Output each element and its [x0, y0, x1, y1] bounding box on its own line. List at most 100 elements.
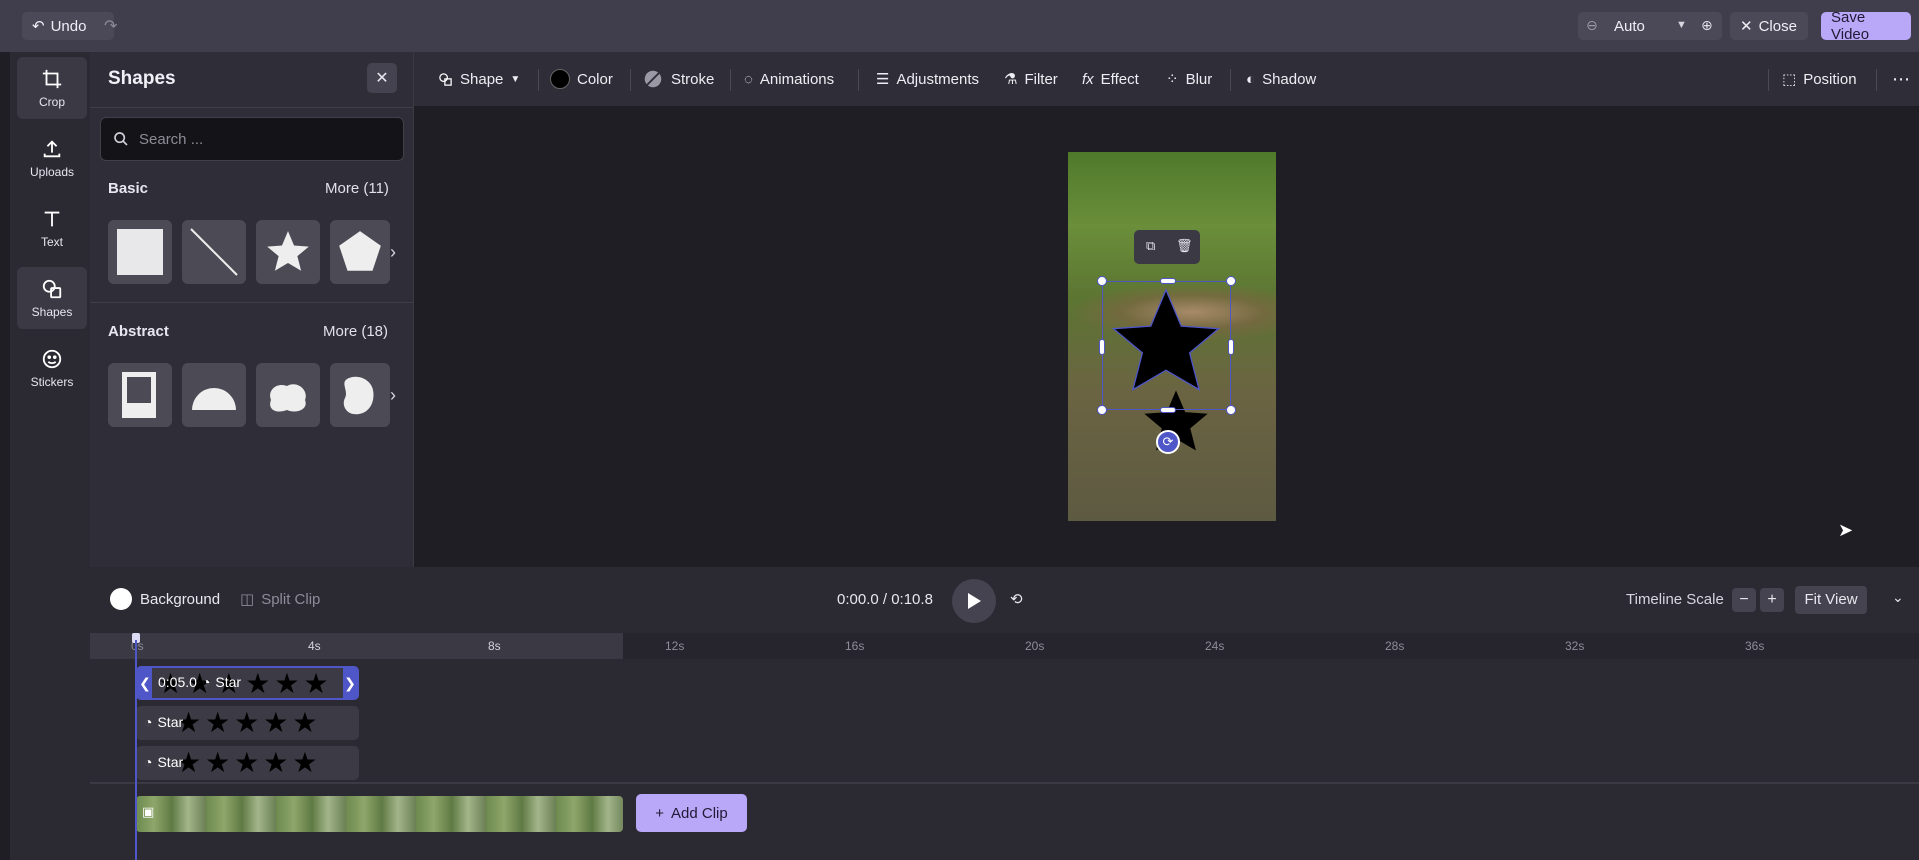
trim-left-handle[interactable]: ❮ — [138, 668, 152, 698]
duplicate-icon[interactable]: ⧉ — [1146, 238, 1155, 254]
tick-label: 32s — [1565, 639, 1585, 653]
shape-abstract-wave[interactable] — [330, 363, 390, 427]
adjustments-button[interactable]: ☰ Adjustments — [876, 52, 979, 106]
tick-label: 24s — [1205, 639, 1225, 653]
split-clip-button[interactable]: ◫ Split Clip — [240, 590, 321, 609]
blur-button[interactable]: ⁘ Blur — [1166, 52, 1212, 106]
active-range — [90, 633, 623, 659]
shape-abstract-blob[interactable] — [256, 363, 320, 427]
collapse-chevron-icon[interactable]: ⌄ — [1892, 589, 1904, 606]
resize-handle[interactable] — [1160, 278, 1176, 284]
video-clip[interactable]: ▣ — [136, 796, 623, 832]
fx-icon: fx — [1082, 70, 1094, 88]
rail-item-stickers[interactable]: Stickers — [17, 337, 87, 399]
undo-label: Undo — [50, 17, 87, 35]
rail-label: Shapes — [31, 304, 73, 319]
shape-line[interactable] — [182, 220, 246, 284]
color-label: Color — [577, 70, 613, 88]
zoom-out-icon[interactable]: ⊖ — [1586, 17, 1598, 34]
shape-square[interactable] — [108, 220, 172, 284]
selected-star-element[interactable] — [1097, 276, 1236, 415]
filter-label: Filter — [1024, 70, 1058, 88]
rail-item-text[interactable]: Text — [17, 197, 87, 259]
scale-increase-button[interactable]: + — [1760, 588, 1784, 612]
rail-item-uploads[interactable]: Uploads — [17, 127, 87, 189]
rail-label: Stickers — [30, 374, 74, 389]
tick-label: 16s — [845, 639, 865, 653]
shape-dropdown[interactable]: Shape ▼ — [438, 52, 520, 106]
shadow-button[interactable]: ◐ Shadow — [1246, 52, 1316, 106]
zoom-in-icon[interactable]: ⊕ — [1701, 17, 1713, 34]
rotate-handle-icon[interactable]: ⟳ — [1156, 430, 1180, 454]
track-divider — [90, 782, 1919, 784]
tick-label: 4s — [308, 639, 321, 653]
text-icon — [44, 211, 60, 226]
trim-right-handle[interactable]: ❯ — [343, 668, 357, 698]
plus-icon: + — [655, 804, 665, 822]
add-clip-button[interactable]: + Add Clip — [636, 794, 747, 832]
loop-icon[interactable]: ⟲ — [1010, 590, 1023, 608]
more-basic-link[interactable]: More (11) — [325, 180, 389, 197]
clip-star[interactable]: ◔ Star ★★★★★ — [136, 706, 359, 740]
resize-handle[interactable] — [1226, 276, 1236, 286]
tick-label: 36s — [1745, 639, 1765, 653]
background-button[interactable]: Background — [110, 588, 220, 610]
shapes-panel: Shapes ✕ Search ... Basic More (11) › Ab… — [90, 52, 414, 567]
animations-button[interactable]: ◌ Animations — [744, 52, 834, 106]
position-button[interactable]: ⬚ Position — [1782, 52, 1857, 106]
panel-title: Shapes — [108, 68, 176, 89]
resize-handle[interactable] — [1226, 405, 1236, 415]
split-label: Split Clip — [261, 590, 321, 608]
playhead-line — [135, 640, 137, 860]
resize-handle[interactable] — [1097, 276, 1107, 286]
top-bar: ↶ Undo ↷ ⊖ Auto ▼ ⊕ ✕ Close Save Video — [0, 0, 1919, 52]
filter-button[interactable]: ⚗ Filter — [1004, 52, 1058, 106]
trash-icon[interactable]: 🗑 — [1176, 238, 1193, 254]
more-abstract-link[interactable]: More (18) — [323, 323, 388, 340]
shape-pentagon[interactable] — [330, 220, 390, 284]
section-title-abstract: Abstract — [108, 323, 169, 340]
shadow-icon: ◐ — [1246, 70, 1256, 88]
shape-abstract-frame[interactable] — [108, 363, 172, 427]
timeline-scale-label: Timeline Scale — [1626, 591, 1724, 608]
save-video-button[interactable]: Save Video — [1821, 9, 1911, 43]
timeline-ruler: 0s 4s 8s 12s 16s 20s 24s 28s 32s 36s — [90, 633, 1919, 659]
resize-handle[interactable] — [1160, 407, 1176, 413]
blob-icon — [270, 384, 306, 412]
crop-icon — [42, 69, 62, 88]
clip-star-selected[interactable]: ❮ 0:05.0 ◔ Star ❯ ★★★★★★ — [136, 666, 359, 700]
effect-button[interactable]: fx Effect — [1082, 52, 1139, 106]
shape-star[interactable] — [256, 220, 320, 284]
stroke-button[interactable]: Stroke — [642, 52, 714, 106]
shape-abstract-halfcircle[interactable] — [182, 363, 246, 427]
color-button[interactable]: Color — [550, 52, 613, 106]
resize-handle[interactable] — [1097, 405, 1107, 415]
more-options-icon[interactable]: ⋯ — [1892, 52, 1910, 106]
chevron-right-icon[interactable]: › — [390, 385, 396, 406]
video-icon: ▣ — [142, 804, 155, 819]
left-rail: Crop Uploads Text Shapes Stickers — [10, 52, 90, 860]
clip-star[interactable]: ◔ Star ★★★★★ — [136, 746, 359, 780]
close-button[interactable]: ✕ Close — [1730, 12, 1808, 40]
divider — [1768, 69, 1769, 91]
chevron-down-icon[interactable]: ▼ — [1676, 19, 1687, 31]
rail-item-shapes[interactable]: Shapes — [17, 267, 87, 329]
position-label: Position — [1803, 70, 1857, 88]
zoom-select[interactable]: Auto — [1614, 18, 1645, 35]
close-panel-button[interactable]: ✕ — [367, 63, 397, 93]
shape-label: Shape — [460, 70, 504, 88]
search-input[interactable]: Search ... — [100, 117, 404, 161]
shapes-icon — [42, 279, 62, 298]
fit-view-button[interactable]: Fit View — [1795, 586, 1867, 614]
chevron-right-icon[interactable]: › — [390, 242, 396, 263]
timeline-controls: Background ◫ Split Clip 0:00.0 / 0:10.8 … — [90, 567, 1919, 633]
resize-handle[interactable] — [1099, 339, 1105, 355]
shape-toolbar: Shape ▼ Color Stroke ◌ Animations ☰ Adju… — [414, 52, 1919, 106]
resize-handle[interactable] — [1228, 339, 1234, 355]
play-button[interactable] — [952, 579, 996, 623]
rail-item-crop[interactable]: Crop — [17, 57, 87, 119]
undo-button[interactable]: ↶ Undo — [22, 12, 114, 40]
redo-icon[interactable]: ↷ — [104, 16, 117, 36]
scale-decrease-button[interactable]: − — [1732, 588, 1756, 612]
upload-icon — [43, 139, 61, 157]
